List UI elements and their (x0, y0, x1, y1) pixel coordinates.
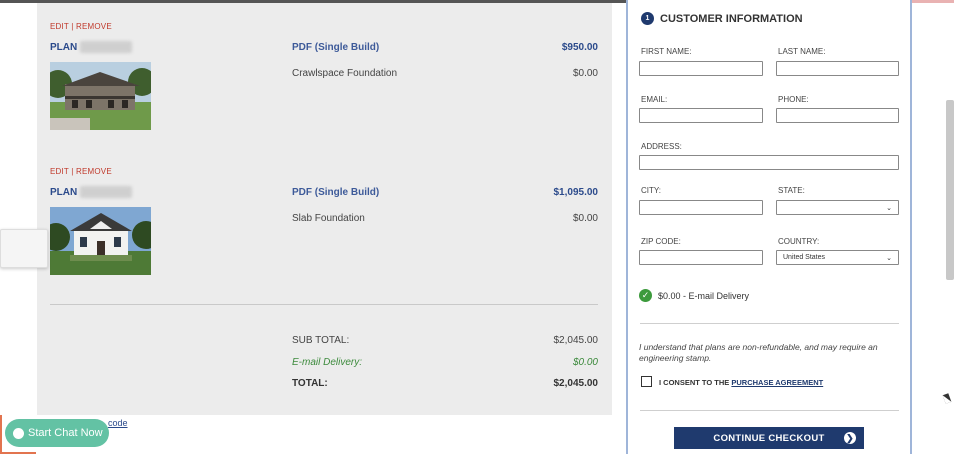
address-field[interactable] (639, 155, 899, 170)
product-price-2: $1,095.00 (553, 187, 599, 198)
delivery-note: $0.00 - E-mail Delivery (658, 291, 750, 301)
panel-title: CUSTOMER INFORMATION (660, 13, 803, 25)
total-value: $2,045.00 (553, 378, 599, 389)
edit-remove-link-1[interactable]: EDIT | REMOVE (50, 22, 112, 31)
promo-code-link[interactable]: code (108, 418, 128, 428)
consent-prefix: I CONSENT TO THE (659, 378, 732, 387)
last-name-field[interactable] (776, 61, 899, 76)
option-name-1: Crawlspace Foundation (292, 68, 398, 79)
country-select[interactable]: United States ⌄ (776, 250, 899, 265)
delivery-label: E-mail Delivery: (292, 357, 363, 368)
phone-label: PHONE: (778, 95, 809, 104)
option-price-1: $0.00 (572, 68, 598, 79)
email-label: EMAIL: (641, 95, 668, 104)
plan-name-redacted-2 (80, 186, 132, 198)
product-name-2: PDF (Single Build) (292, 187, 380, 198)
plan-label-1: PLAN (50, 42, 78, 53)
subtotal-value: $2,045.00 (553, 335, 599, 346)
address-label: ADDRESS: (641, 142, 682, 151)
purchase-agreement-link[interactable]: PURCHASE AGREEMENT (731, 378, 823, 387)
state-select[interactable]: ⌄ (776, 200, 899, 215)
chevron-down-icon: ⌄ (886, 204, 892, 212)
cart-divider (50, 304, 598, 305)
house-thumbnail-2[interactable] (50, 207, 151, 275)
subtotal-label: SUB TOTAL: (292, 335, 350, 346)
house-photo-2-icon (50, 207, 151, 275)
country-label: COUNTRY: (778, 237, 820, 246)
continue-checkout-button[interactable]: CONTINUE CHECKOUT ❯ (674, 427, 864, 449)
chevron-down-icon: ⌄ (886, 254, 892, 262)
house-thumbnail-1[interactable] (50, 62, 151, 130)
panel-divider-1 (640, 323, 899, 324)
first-name-field[interactable] (639, 61, 763, 76)
email-field[interactable] (639, 108, 763, 123)
chat-bubble-icon (13, 427, 24, 439)
city-label: CITY: (641, 186, 662, 195)
option-price-2: $0.00 (572, 213, 598, 224)
page-scrollbar[interactable] (946, 100, 954, 280)
option-name-2: Slab Foundation (292, 213, 365, 224)
zip-field[interactable] (639, 250, 763, 265)
plan-name-redacted-1 (80, 41, 132, 53)
side-feedback-tab[interactable] (0, 229, 48, 268)
city-field[interactable] (639, 200, 763, 215)
step-number-badge: 1 (641, 12, 654, 25)
delivery-value: $0.00 (572, 357, 598, 368)
plan-label-2: PLAN (50, 187, 78, 198)
start-chat-button[interactable]: Start Chat Now (5, 419, 109, 447)
last-name-label: LAST NAME: (778, 47, 826, 56)
consent-label: I CONSENT TO THE PURCHASE AGREEMENT (659, 378, 823, 387)
state-label: STATE: (778, 186, 805, 195)
refund-disclaimer: I understand that plans are non-refundab… (639, 342, 878, 363)
product-name-1: PDF (Single Build) (292, 42, 380, 53)
product-price-1: $950.00 (561, 42, 598, 53)
country-select-value: United States (783, 254, 826, 261)
consent-checkbox[interactable] (641, 376, 652, 387)
mouse-cursor-icon (942, 393, 952, 404)
house-photo-1-icon (50, 62, 151, 130)
start-chat-label: Start Chat Now (28, 427, 103, 439)
edit-remove-link-2[interactable]: EDIT | REMOVE (50, 167, 112, 176)
continue-checkout-label: CONTINUE CHECKOUT (713, 432, 825, 444)
zip-label: ZIP CODE: (641, 237, 681, 246)
first-name-label: FIRST NAME: (641, 47, 692, 56)
arrow-right-icon: ❯ (844, 432, 856, 444)
checkmark-icon: ✓ (639, 289, 652, 302)
panel-divider-2 (640, 410, 899, 411)
phone-field[interactable] (776, 108, 899, 123)
total-label: TOTAL: (292, 378, 328, 389)
